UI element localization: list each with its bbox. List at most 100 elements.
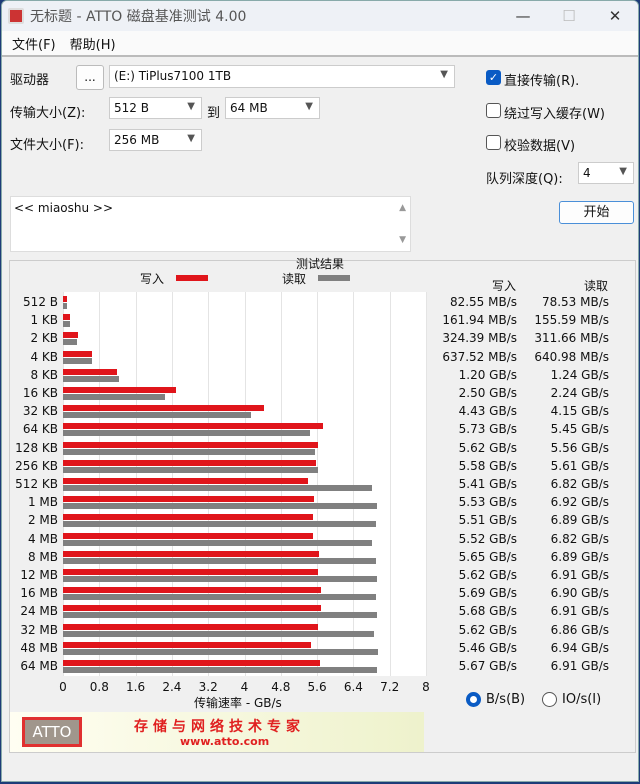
read-bar [63, 357, 93, 364]
x-tick-label: 4.8 [271, 680, 291, 694]
to-label: 到 [207, 106, 221, 121]
read-bar [63, 321, 71, 328]
x-tick-label: 0.8 [89, 680, 109, 694]
write-bar [63, 350, 92, 357]
transfer-from-value: 512 B [114, 101, 149, 115]
drive-value: (E:) TiPlus7100 1TB [114, 69, 232, 83]
category-label: 64 MB [20, 659, 58, 673]
read-value: 6.86 GB/s [550, 622, 609, 637]
menu-file[interactable]: 文件(F) [12, 34, 56, 53]
read-value: 640.98 MB/s [534, 349, 609, 364]
unit-bytes-radio[interactable] [466, 692, 481, 707]
category-label: 1 KB [30, 313, 58, 328]
write-bar [63, 332, 78, 339]
file-size-select[interactable]: 256 MB ▼ [109, 129, 202, 151]
queue-depth-select[interactable]: 4 ▼ [578, 162, 634, 184]
transfer-from-select[interactable]: 512 B ▼ [109, 97, 202, 119]
gridline [99, 292, 101, 676]
read-bar [63, 448, 316, 455]
write-column-header: 写入 [492, 279, 517, 293]
x-tick-label: 5.6 [307, 680, 327, 694]
write-value: 82.55 MB/s [449, 295, 517, 309]
scroll-up-icon[interactable]: ▲ [399, 203, 406, 213]
gridline [353, 292, 355, 676]
gridline [244, 292, 246, 676]
chevron-down-icon: ▼ [440, 69, 448, 80]
write-bar [63, 478, 309, 484]
write-value: 5.46 GB/s [458, 640, 517, 655]
gridline [171, 292, 173, 676]
read-value: 6.92 GB/s [550, 495, 609, 510]
category-label: 16 MB [20, 586, 58, 601]
write-bar [63, 441, 318, 448]
write-bar [63, 368, 118, 375]
window-title: 无标题 - ATTO 磁盘基准测试 4.00 [30, 9, 247, 25]
write-value: 5.62 GB/s [458, 440, 517, 455]
bypass-cache-label: 绕过写入缓存(W) [504, 107, 605, 122]
start-button[interactable]: 开始 [559, 201, 634, 224]
write-bar [63, 623, 318, 630]
legend-write-label: 写入 [140, 272, 165, 286]
bypass-cache-checkbox[interactable] [486, 103, 501, 118]
scroll-down-icon[interactable]: ▼ [399, 235, 406, 245]
write-value: 5.62 GB/s [458, 568, 517, 582]
write-bar [63, 660, 321, 666]
x-tick-label: 3.2 [198, 680, 218, 694]
menu-help[interactable]: 帮助(H) [70, 34, 116, 53]
verify-data-checkbox[interactable] [486, 135, 501, 150]
atto-banner[interactable]: ATTO 存储与网络技术专家 www.atto.com [10, 712, 424, 752]
x-tick-label: 2.4 [162, 680, 182, 694]
write-bar [63, 459, 317, 466]
browse-button[interactable]: ... [76, 65, 104, 90]
x-tick-label: 1.6 [126, 680, 146, 694]
read-value: 5.56 GB/s [550, 440, 609, 455]
direct-io-label: 直接传输(R). [504, 74, 580, 89]
read-value: 6.89 GB/s [550, 513, 609, 528]
write-value: 5.52 GB/s [458, 531, 517, 546]
write-value: 637.52 MB/s [442, 349, 517, 364]
write-bar [63, 296, 67, 302]
unit-io-radio[interactable] [542, 692, 557, 707]
close-button[interactable]: ✕ [592, 1, 638, 31]
read-bar [63, 303, 67, 309]
category-label: 1 MB [27, 495, 58, 510]
write-bar [63, 605, 321, 612]
read-value: 6.82 GB/s [550, 531, 609, 546]
direct-io-checkbox[interactable]: ✓ [486, 70, 501, 85]
read-value: 311.66 MB/s [534, 331, 609, 346]
read-bar [63, 485, 373, 491]
atto-app-icon [8, 8, 24, 24]
transfer-to-select[interactable]: 64 MB ▼ [225, 97, 320, 119]
category-label: 16 KB [22, 386, 58, 400]
read-bar [63, 648, 378, 655]
read-column-header: 读取 [584, 279, 609, 293]
read-value: 2.24 GB/s [550, 386, 609, 400]
write-bar [63, 423, 323, 430]
category-label: 8 KB [30, 367, 58, 382]
write-bar [63, 550, 320, 557]
write-bar [63, 569, 318, 575]
read-value: 6.91 GB/s [550, 568, 609, 582]
write-value: 1.20 GB/s [458, 367, 517, 382]
read-bar [63, 339, 78, 346]
banner-url[interactable]: www.atto.com [180, 735, 269, 748]
gridline [63, 292, 64, 676]
read-value: 5.45 GB/s [550, 422, 609, 437]
write-value: 5.73 GB/s [458, 422, 517, 437]
category-label: 64 KB [22, 422, 58, 437]
chevron-down-icon: ▼ [305, 101, 313, 112]
drive-label: 驱动器 [10, 73, 50, 88]
write-value: 324.39 MB/s [442, 331, 517, 346]
description-text: << miaoshu >> [14, 201, 114, 215]
write-bar [63, 587, 322, 594]
description-textarea[interactable]: << miaoshu >> ▲ ▼ [10, 196, 411, 252]
category-label: 512 B [23, 295, 58, 309]
maximize-button[interactable]: ☐ [546, 1, 592, 31]
transfer-to-value: 64 MB [230, 101, 268, 115]
write-bar [63, 514, 314, 521]
write-value: 5.67 GB/s [458, 659, 517, 673]
minimize-button[interactable]: — [500, 1, 546, 31]
drive-select[interactable]: (E:) TiPlus7100 1TB ▼ [109, 65, 455, 88]
chevron-down-icon: ▼ [187, 101, 195, 112]
write-bar [63, 387, 177, 393]
